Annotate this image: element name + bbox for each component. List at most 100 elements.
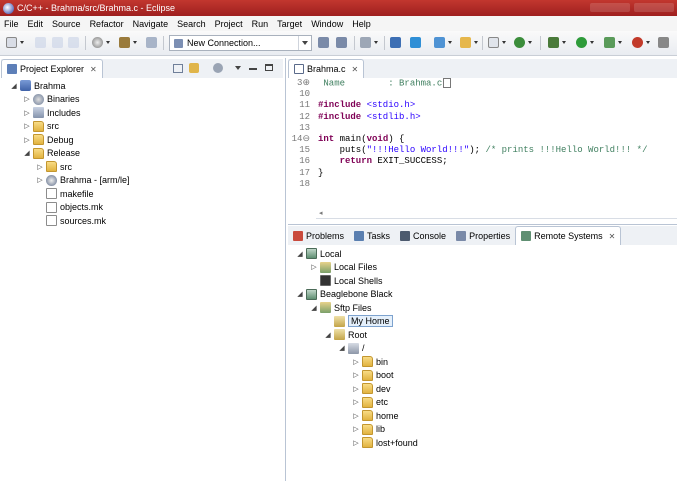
tree-item[interactable]: ▷ Includes	[23, 106, 81, 119]
perspective-dropdown-icon[interactable]	[374, 41, 378, 44]
connection-combo[interactable]: New Connection...	[169, 35, 312, 51]
tree-item[interactable]: ◢ Release	[23, 147, 80, 160]
remote-tree-item[interactable]: ◢ /	[338, 342, 365, 355]
close-icon[interactable]: ✕	[352, 65, 359, 74]
expand-arrow-icon[interactable]: ▷	[352, 439, 360, 447]
remote-tree-item[interactable]: My Home	[324, 315, 393, 328]
close-button[interactable]	[634, 3, 674, 12]
expand-arrow-icon[interactable]: ▷	[36, 163, 44, 171]
link-with-editor-icon[interactable]	[189, 63, 199, 73]
build-settings-icon[interactable]	[92, 37, 103, 48]
menu-search[interactable]: Search	[173, 19, 211, 29]
disconnect-icon[interactable]	[336, 37, 347, 48]
tree-item[interactable]: ◢ Brahma	[10, 79, 66, 92]
open-folder-dropdown-icon[interactable]	[474, 41, 478, 44]
menu-project[interactable]: Project	[211, 19, 248, 29]
close-icon[interactable]: ✕	[90, 65, 97, 74]
expand-arrow-icon[interactable]: ▷	[23, 95, 31, 103]
menu-refactor[interactable]: Refactor	[86, 19, 129, 29]
expand-arrow-icon[interactable]: ▷	[352, 398, 360, 406]
debug-dropdown-icon[interactable]	[562, 41, 566, 44]
maximize-view-icon[interactable]	[265, 64, 273, 71]
tab-remote-systems[interactable]: Remote Systems ✕	[515, 226, 622, 245]
collapse-arrow-icon[interactable]: ◢	[296, 250, 304, 258]
save-icon[interactable]	[35, 37, 46, 48]
collapse-arrow-icon[interactable]: ◢	[23, 149, 31, 157]
close-icon[interactable]: ✕	[609, 232, 616, 241]
menu-target[interactable]: Target	[273, 19, 307, 29]
tab-properties[interactable]: Properties	[451, 226, 515, 245]
run-dropdown-icon[interactable]	[590, 41, 594, 44]
terminal-icon[interactable]	[390, 37, 401, 48]
expand-arrow-icon[interactable]: ▷	[352, 371, 360, 379]
expand-arrow-icon[interactable]: ▷	[23, 136, 31, 144]
menu-edit[interactable]: Edit	[24, 19, 49, 29]
remote-tree-item[interactable]: ◢ Beaglebone Black	[296, 288, 393, 301]
tree-item[interactable]: sources.mk	[36, 214, 106, 227]
collapse-arrow-icon[interactable]: ◢	[310, 304, 318, 312]
new-dropdown-icon[interactable]	[20, 41, 24, 44]
menu-window[interactable]: Window	[307, 19, 348, 29]
expand-arrow-icon[interactable]: ▷	[352, 358, 360, 366]
more-tools-icon[interactable]	[658, 37, 669, 48]
print-icon[interactable]	[68, 37, 79, 48]
expand-arrow-icon[interactable]: ▷	[352, 385, 360, 393]
new-project-icon[interactable]	[434, 37, 445, 48]
new-project-dropdown-icon[interactable]	[448, 41, 452, 44]
tree-item[interactable]: ▷ Brahma - [arm/le]	[36, 174, 130, 187]
remote-tree-item[interactable]: ◢ Sftp Files	[310, 301, 372, 314]
expand-arrow-icon[interactable]: ▷	[36, 176, 44, 184]
menu-navigate[interactable]: Navigate	[129, 19, 174, 29]
build-all-dropdown-icon[interactable]	[133, 41, 137, 44]
tree-item[interactable]: ▷ Debug	[23, 133, 74, 146]
collapse-arrow-icon[interactable]: ◢	[324, 331, 332, 339]
debug-bug-icon[interactable]	[548, 37, 559, 48]
new-class-icon[interactable]	[488, 37, 499, 48]
connection-icon[interactable]	[146, 37, 157, 48]
remote-tree-item[interactable]: ▷ Local Files	[310, 261, 377, 274]
menu-run[interactable]: Run	[248, 19, 274, 29]
connect-icon[interactable]	[318, 37, 329, 48]
expand-arrow-icon[interactable]: ▷	[352, 412, 360, 420]
stop-dropdown-icon[interactable]	[646, 41, 650, 44]
tree-item[interactable]: makefile	[36, 187, 94, 200]
new-source-icon[interactable]	[514, 37, 525, 48]
debug-tool-icon[interactable]	[410, 37, 421, 48]
tab-tasks[interactable]: Tasks	[349, 226, 395, 245]
remote-tree-item[interactable]: ◢ Root	[324, 328, 367, 341]
expand-arrow-icon[interactable]: ▷	[310, 263, 318, 271]
collapse-arrow-icon[interactable]: ◢	[296, 290, 304, 298]
tree-item[interactable]: ▷ src	[36, 160, 72, 173]
scroll-left-icon[interactable]: ◂	[319, 209, 323, 217]
menu-file[interactable]: File	[0, 19, 24, 29]
collapse-arrow-icon[interactable]: ◢	[338, 344, 346, 352]
tab-problems[interactable]: Problems	[288, 226, 349, 245]
external-tools-icon[interactable]	[604, 37, 615, 48]
remote-tree-item[interactable]: ▷ dev	[352, 382, 391, 395]
save-all-icon[interactable]	[52, 37, 63, 48]
remote-tree-item[interactable]: ▷ boot	[352, 369, 394, 382]
build-icon[interactable]	[119, 37, 130, 48]
remote-tree-item[interactable]: ▷ lost+found	[352, 436, 418, 449]
remote-tree-item[interactable]: ◢ Local	[296, 247, 342, 260]
run-icon[interactable]	[576, 37, 587, 48]
tree-item[interactable]: objects.mk	[36, 201, 103, 214]
minimize-view-icon[interactable]	[249, 68, 257, 70]
filter-icon[interactable]	[213, 63, 223, 73]
tree-item[interactable]: ▷ src	[23, 120, 59, 133]
remote-tree-item[interactable]: ▷ lib	[352, 423, 385, 436]
new-source-dropdown-icon[interactable]	[528, 41, 532, 44]
open-folder-icon[interactable]	[460, 37, 471, 48]
new-class-dropdown-icon[interactable]	[502, 41, 506, 44]
collapsed-comment-marker[interactable]	[443, 78, 452, 88]
build-dropdown-icon[interactable]	[106, 41, 110, 44]
external-tools-dropdown-icon[interactable]	[618, 41, 622, 44]
collapse-all-icon[interactable]	[173, 64, 183, 73]
new-icon[interactable]	[6, 37, 17, 48]
expand-arrow-icon[interactable]: ▷	[23, 122, 31, 130]
stop-icon[interactable]	[632, 37, 643, 48]
tab-project-explorer[interactable]: Project Explorer ✕	[1, 59, 103, 78]
remote-tree-item[interactable]: ▷ home	[352, 409, 399, 422]
open-perspective-icon[interactable]	[360, 37, 371, 48]
remote-tree-item[interactable]: Local Shells	[310, 274, 383, 287]
